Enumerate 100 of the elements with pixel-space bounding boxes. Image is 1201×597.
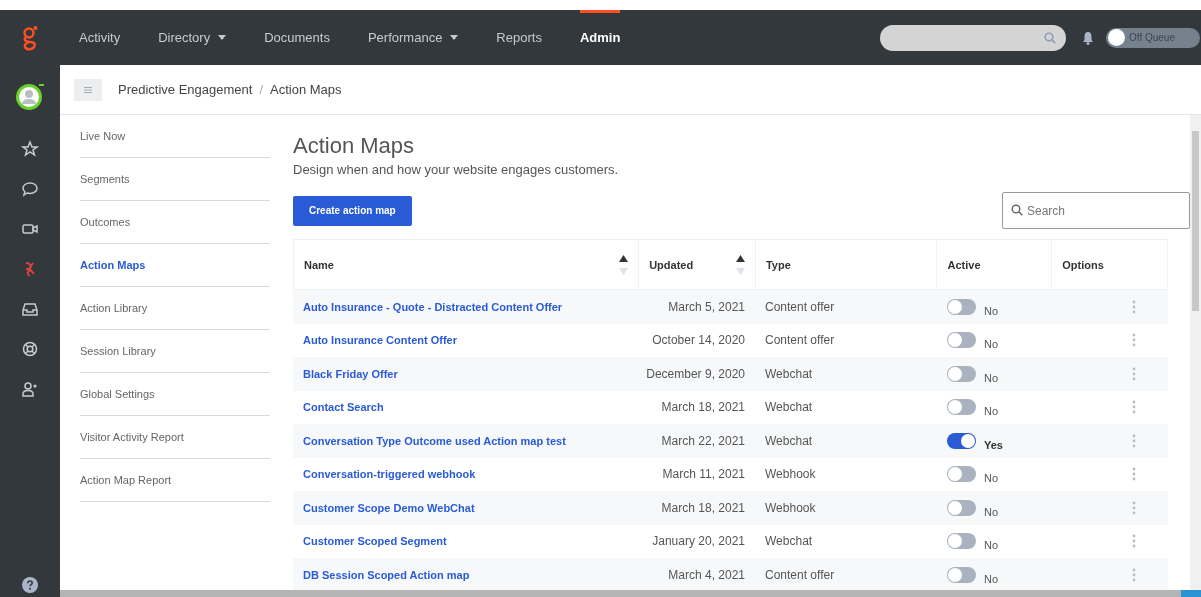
active-label: No [984,371,999,384]
logo-icon[interactable] [22,24,38,51]
breadcrumb-separator: / [259,82,264,97]
sidebar-item[interactable]: Action Library [80,287,270,330]
column-header: Type [754,240,937,289]
caret-icon [450,35,459,40]
action-map-link[interactable]: Contact Search [303,401,384,414]
table-cell: March 18, 2021 [661,500,745,515]
table-cell: Content offer [765,567,835,582]
more-options-icon[interactable] [1132,400,1136,415]
people-icon[interactable] [21,380,39,398]
table-cell: Content offer [765,333,835,348]
nav-tab[interactable]: Performance [348,10,478,65]
help-icon[interactable] [22,577,38,593]
scrollbar[interactable] [1190,115,1201,590]
active-toggle[interactable] [947,533,976,550]
active-label: No [984,405,999,418]
column-header: Active [936,240,1052,289]
chat-icon[interactable] [21,180,39,198]
table-cell: Content offer [765,299,835,314]
nav-tab[interactable]: Admin [560,10,640,65]
nav-tab[interactable]: Directory [139,10,246,65]
active-toggle[interactable] [947,432,976,449]
search-field[interactable]: Search [1002,192,1190,229]
sort-icon[interactable] [735,253,745,276]
bell-icon[interactable] [1082,30,1094,45]
search-icon [1044,31,1056,44]
inbox-icon[interactable] [21,300,39,318]
more-options-icon[interactable] [1132,433,1136,448]
active-toggle[interactable] [947,399,976,416]
more-options-icon[interactable] [1132,333,1136,348]
caret-icon [218,35,227,40]
active-toggle[interactable] [947,566,976,583]
search-icon [1011,204,1023,216]
sidebar-item[interactable]: Session Library [80,330,270,373]
sidebar-item[interactable]: Action Maps [80,244,270,287]
nav-tab[interactable]: Reports [477,10,561,65]
active-toggle[interactable] [947,365,976,382]
action-map-link[interactable]: DB Session Scoped Action map [303,568,470,581]
menu-button[interactable] [74,78,102,101]
action-map-link[interactable]: Black Friday Offer [303,367,398,380]
page-description: Design when and how your website engages customers. [293,162,620,177]
active-label: No [984,539,999,552]
sidebar-item[interactable]: Action Map Report [80,459,270,502]
breadcrumb-link[interactable]: Action Maps [270,82,342,97]
create-action-map-button[interactable]: Create action map [293,195,412,226]
support-icon[interactable] [21,340,39,358]
table-cell: March 4, 2021 [668,567,745,582]
active-toggle[interactable] [947,298,976,315]
active-label: No [984,572,999,585]
menu-icon [84,86,92,93]
table-cell: January 20, 2021 [652,534,745,549]
active-label: Yes [984,438,1003,451]
active-label: No [984,472,999,485]
active-toggle[interactable] [947,499,976,516]
action-map-link[interactable]: Customer Scope Demo WebChat [303,501,475,514]
table-cell: October 14, 2020 [652,333,745,348]
column-header: Options [1051,240,1167,289]
table-cell: March 22, 2021 [661,433,745,448]
horizontal-scrollbar[interactable] [60,590,1201,597]
active-toggle[interactable] [947,332,976,349]
column-header[interactable]: Name [294,240,639,289]
action-map-link[interactable]: Customer Scoped Segment [303,535,447,548]
nav-tab[interactable]: Documents [245,10,349,65]
table-cell: March 18, 2021 [661,400,745,415]
page-title: Action Maps [293,133,416,159]
sidebar-item[interactable]: Visitor Activity Report [80,416,270,459]
table-cell: Webhook [765,467,816,482]
table-cell: Webchat [765,534,813,549]
more-options-icon[interactable] [1132,366,1136,381]
sidebar-item[interactable]: Outcomes [80,201,270,244]
table-cell: Webchat [765,366,813,381]
active-label: No [984,304,999,317]
table-cell: Webhook [765,500,816,515]
breadcrumb-link[interactable]: Predictive Engagement [118,82,253,97]
sidebar-item[interactable]: Global Settings [80,373,270,416]
table-cell: December 9, 2020 [646,366,745,381]
more-options-icon[interactable] [1132,567,1136,582]
more-options-icon[interactable] [1132,467,1136,482]
table-cell: March 5, 2021 [668,299,745,314]
active-label: No [984,505,999,518]
column-header[interactable]: Updated [638,240,755,289]
action-map-link[interactable]: Auto Insurance Content Offer [303,334,457,347]
action-map-link[interactable]: Conversation-triggered webhook [303,468,476,481]
global-search-field[interactable] [880,24,1066,51]
table-cell: Webchat [765,400,813,415]
nav-tab[interactable]: Activity [60,10,140,65]
table-cell: March 11, 2021 [662,467,745,482]
sidebar-item[interactable]: Segments [80,158,270,201]
action-map-link[interactable]: Conversation Type Outcome used Action map test [303,434,566,447]
table-cell: Webchat [765,433,813,448]
sort-icon[interactable] [619,253,629,276]
star-icon[interactable] [21,140,39,158]
action-map-link[interactable]: Auto Insurance - Quote - Distracted Content Offer [303,300,563,313]
sidebar-item[interactable]: Live Now [80,115,270,158]
more-options-icon[interactable] [1132,500,1136,515]
active-toggle[interactable] [947,466,976,483]
more-options-icon[interactable] [1132,534,1136,549]
more-options-icon[interactable] [1132,299,1136,314]
avatar-icon[interactable] [15,81,45,111]
